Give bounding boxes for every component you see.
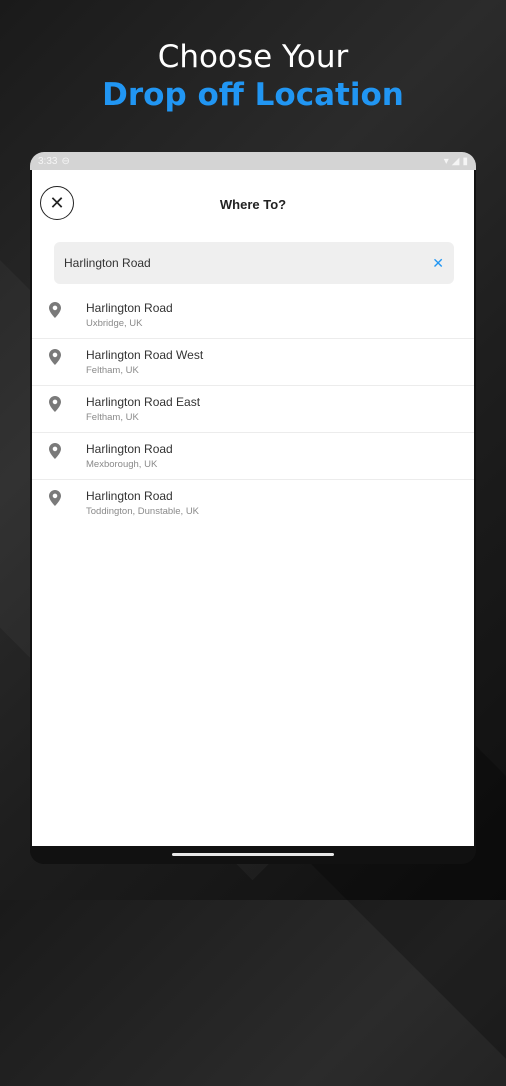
results-list: Harlington Road Uxbridge, UK Harlington … bbox=[32, 292, 474, 526]
result-name: Harlington Road East bbox=[86, 395, 201, 409]
signal-icon: ◢ bbox=[451, 155, 460, 167]
location-pin-icon bbox=[49, 302, 61, 318]
result-address: Feltham, UK bbox=[86, 365, 139, 376]
status-bar: 3:33 ⊖ ▾ ◢ ▮ bbox=[30, 152, 476, 170]
headline-line-2: Drop off Location bbox=[102, 77, 404, 113]
result-address: Toddington, Dunstable, UK bbox=[86, 506, 200, 517]
list-item[interactable]: Harlington Road Toddington, Dunstable, U… bbox=[32, 480, 474, 526]
result-address: Uxbridge, UK bbox=[86, 318, 143, 329]
clear-icon[interactable]: ✕ bbox=[432, 255, 444, 272]
location-pin-icon bbox=[49, 349, 61, 365]
location-pin-icon bbox=[49, 490, 61, 506]
close-button[interactable]: ✕ bbox=[40, 186, 74, 220]
result-address: Mexborough, UK bbox=[86, 459, 158, 470]
page-title: Where To? bbox=[219, 196, 287, 212]
result-name: Harlington Road bbox=[86, 301, 173, 315]
app-screen: Where To? ✕ ✕ Harlington Road Uxbridge, … bbox=[32, 170, 474, 846]
search-input[interactable] bbox=[64, 256, 404, 270]
result-name: Harlington Road West bbox=[86, 348, 204, 362]
result-address: Feltham, UK bbox=[86, 412, 139, 423]
location-pin-icon bbox=[49, 396, 61, 412]
status-time: 3:33 bbox=[38, 155, 58, 167]
promo-headline: Choose Your Drop off Location bbox=[0, 38, 506, 114]
list-item[interactable]: Harlington Road Mexborough, UK bbox=[32, 433, 474, 480]
home-handle[interactable] bbox=[172, 853, 334, 856]
device-frame: 3:33 ⊖ ▾ ◢ ▮ Where To? ✕ ✕ Harlington Ro… bbox=[30, 152, 476, 864]
search-field: ✕ bbox=[54, 242, 454, 284]
headline-line-1: Choose Your bbox=[157, 39, 349, 75]
list-item[interactable]: Harlington Road West Feltham, UK bbox=[32, 339, 474, 386]
list-item[interactable]: Harlington Road East Feltham, UK bbox=[32, 386, 474, 433]
close-icon: ✕ bbox=[49, 193, 65, 213]
wifi-icon: ▾ bbox=[443, 155, 449, 167]
result-name: Harlington Road bbox=[86, 489, 173, 503]
top-bar: Where To? ✕ bbox=[32, 170, 474, 242]
navigation-bar bbox=[30, 846, 476, 864]
battery-icon: ▮ bbox=[462, 155, 468, 167]
dnd-icon: ⊖ bbox=[61, 155, 70, 167]
result-name: Harlington Road bbox=[86, 442, 173, 456]
list-item[interactable]: Harlington Road Uxbridge, UK bbox=[32, 292, 474, 339]
location-pin-icon bbox=[49, 443, 61, 459]
